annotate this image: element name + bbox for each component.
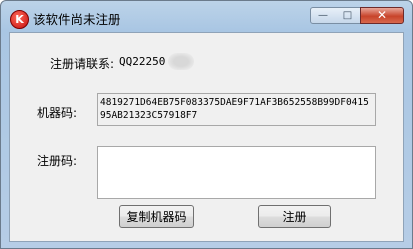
title-bar[interactable]: K 该软件尚未注册 — □ ✕ (1, 1, 412, 33)
maximize-icon: □ (342, 10, 353, 21)
registration-code-input[interactable] (97, 146, 376, 199)
register-button[interactable]: 注册 (258, 205, 331, 228)
close-icon: ✕ (376, 8, 388, 22)
window-title: 该软件尚未注册 (33, 12, 121, 27)
minimize-button[interactable]: — (310, 7, 336, 24)
contact-label: 注册请联系: (50, 57, 115, 71)
contact-value: QQ22250 (119, 55, 166, 68)
registration-code-label: 注册码: (37, 154, 78, 168)
app-logo-icon: K (10, 10, 29, 29)
dialog-body: 注册请联系: QQ22250 机器码: 4819271D64EB75F08337… (9, 32, 404, 242)
registration-window: K 该软件尚未注册 — □ ✕ 注册请联系: QQ22250 机器码: 4819… (0, 0, 413, 249)
maximize-button[interactable]: □ (335, 7, 360, 24)
machine-code-field[interactable]: 4819271D64EB75F083375DAE9F71AF3B652558B9… (97, 93, 376, 126)
minimize-icon: — (318, 10, 328, 21)
copy-machine-code-button[interactable]: 复制机器码 (119, 205, 194, 228)
machine-code-label: 机器码: (37, 106, 78, 120)
close-button[interactable]: ✕ (360, 7, 404, 24)
redacted-blur (168, 53, 194, 70)
